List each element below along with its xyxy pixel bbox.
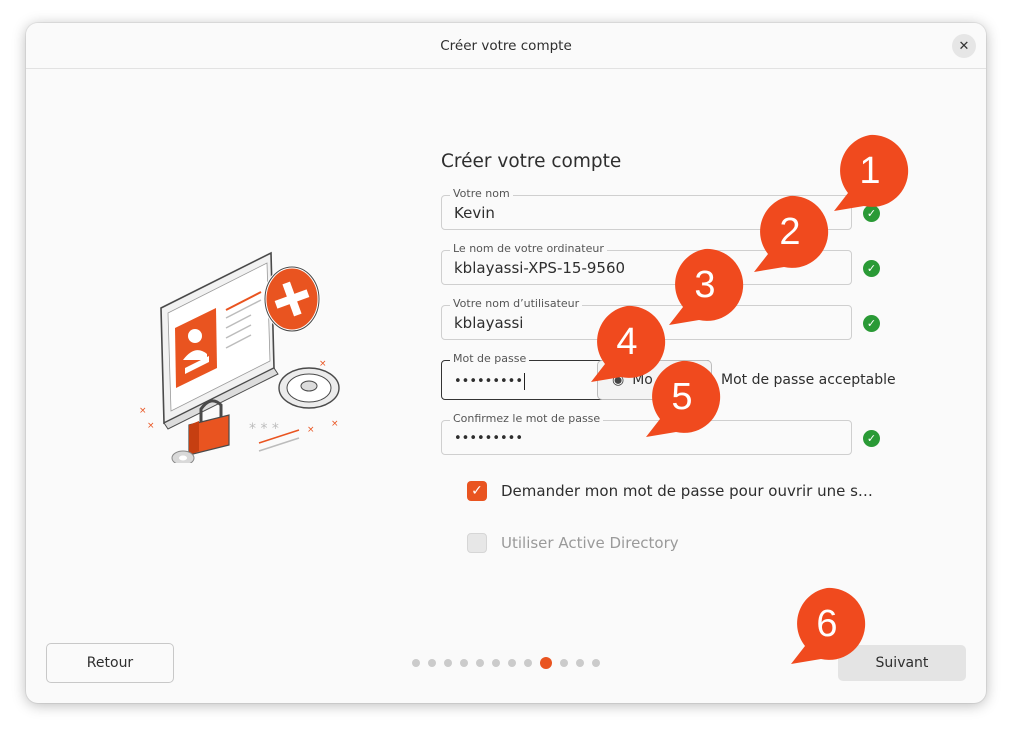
password-value: •••••••••	[454, 374, 524, 389]
name-value: Kevin	[454, 204, 495, 222]
step-dot	[444, 659, 452, 667]
callout-1: 1	[834, 134, 914, 215]
active-directory-checkbox[interactable]	[467, 533, 487, 553]
confirm-password-value: •••••••••	[454, 431, 524, 446]
close-button[interactable]: ✕	[952, 34, 976, 58]
computer-name-label: Le nom de votre ordinateur	[450, 242, 607, 255]
form-heading: Créer votre compte	[441, 151, 622, 172]
username-label: Votre nom d’utilisateur	[450, 297, 583, 310]
step-indicator	[412, 657, 600, 669]
callout-2: 2	[754, 195, 834, 276]
callout-number: 6	[816, 602, 838, 645]
check-icon: ✓	[863, 315, 880, 332]
check-icon: ✓	[863, 260, 880, 277]
step-dot	[460, 659, 468, 667]
back-button[interactable]: Retour	[46, 643, 174, 683]
password-label: Mot de passe	[450, 352, 530, 365]
callout-number: 2	[779, 210, 801, 253]
callout-3: 3	[669, 248, 749, 329]
callout-number: 3	[694, 263, 716, 306]
check-icon: ✓	[863, 430, 880, 447]
step-dot	[560, 659, 568, 667]
callout-6: 6	[791, 587, 871, 668]
require-password-label[interactable]: Demander mon mot de passe pour ouvrir un…	[501, 482, 873, 500]
svg-text:×: ×	[331, 419, 339, 429]
password-strength: Mot de passe acceptable	[721, 372, 896, 388]
close-icon: ✕	[958, 38, 970, 54]
checkmark-icon: ✓	[471, 483, 483, 499]
confirm-password-label: Confirmez le mot de passe	[450, 412, 604, 425]
password-decoration: * * *	[249, 421, 300, 452]
require-password-checkbox[interactable]: ✓	[467, 481, 487, 501]
computer-name-value: kblayassi-XPS-15-9560	[454, 259, 626, 277]
step-dot	[592, 659, 600, 667]
active-directory-label: Utiliser Active Directory	[501, 534, 679, 552]
name-label: Votre nom	[450, 187, 513, 200]
step-dot	[492, 659, 500, 667]
step-dot	[524, 659, 532, 667]
callout-number: 5	[671, 375, 693, 418]
step-dot	[428, 659, 436, 667]
account-illustration: * * * ×× ×× ×	[139, 251, 340, 463]
step-dot	[476, 659, 484, 667]
step-dot	[508, 659, 516, 667]
svg-text:* * *: * * *	[249, 421, 279, 437]
step-dot-active	[540, 657, 552, 669]
svg-text:×: ×	[147, 421, 155, 431]
callout-5: 5	[646, 360, 726, 441]
plus-icon-bubble	[263, 265, 321, 333]
small-gear-icon	[171, 450, 195, 463]
titlebar: Créer votre compte ✕	[26, 23, 986, 69]
callout-number: 1	[859, 149, 881, 192]
step-dot	[412, 659, 420, 667]
svg-text:×: ×	[319, 359, 327, 369]
step-dot	[576, 659, 584, 667]
svg-text:×: ×	[307, 425, 315, 435]
window-title: Créer votre compte	[440, 37, 572, 54]
text-caret	[524, 373, 526, 390]
svg-text:×: ×	[139, 406, 147, 416]
gear-icon	[278, 367, 340, 409]
username-value: kblayassi	[454, 314, 524, 332]
